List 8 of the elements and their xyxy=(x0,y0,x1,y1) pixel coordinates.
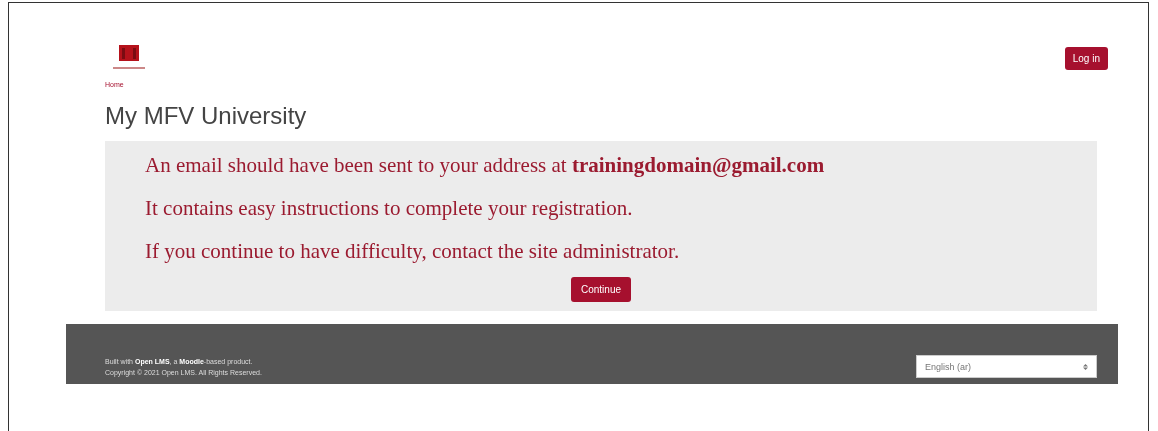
notice-text: An email should have been sent to your address at trainingdomain@gmail.com xyxy=(145,153,826,178)
language-select[interactable]: English (ar) xyxy=(916,355,1097,378)
notice-text: It contains easy instructions to complete your registration. xyxy=(145,196,634,221)
continue-button[interactable]: Continue xyxy=(571,277,631,302)
caret-icon xyxy=(1083,363,1088,370)
notice-text: If you continue to have difficulty, contact the site administrator. xyxy=(145,239,681,264)
page-title: My MFV University xyxy=(105,102,308,130)
login-button[interactable]: Log in xyxy=(1064,47,1108,70)
